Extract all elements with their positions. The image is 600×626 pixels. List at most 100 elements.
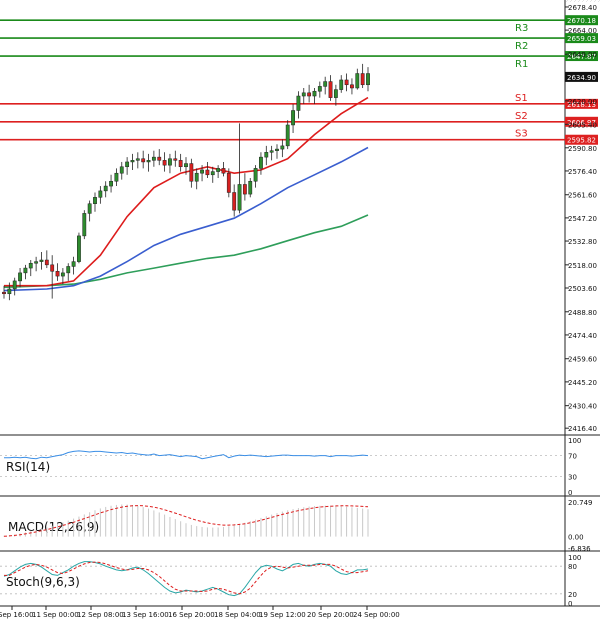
level-label-s3: S3 — [515, 129, 528, 140]
time-tick-label: 24 Sep 00:00 — [353, 611, 400, 619]
time-tick-label: 19 Sep 12:00 — [259, 611, 306, 619]
macd-label: MACD(12,26,9) — [8, 520, 99, 534]
price-tick-label: 2678.40 — [568, 4, 597, 12]
rsi-label: RSI(14) — [6, 460, 50, 474]
candle-up — [18, 272, 22, 282]
candle-down — [350, 84, 354, 89]
candle-up — [333, 89, 338, 98]
candle-down — [189, 163, 194, 182]
price-tick-label: 2620.00 — [568, 98, 597, 106]
candle-up — [135, 158, 140, 161]
candle-up — [291, 110, 295, 126]
chart-stage: 2670.18 R3 2659.03 R2 2647.87 R1 2618.13 S1 2606… — [0, 0, 600, 622]
candle-up — [82, 213, 87, 237]
candle-up — [280, 145, 285, 150]
candle-up — [237, 184, 242, 211]
stoch-tick-label: 0 — [568, 600, 572, 608]
candle-up — [39, 259, 44, 262]
candle-up — [355, 73, 360, 89]
candle-up — [253, 168, 258, 182]
candle-down — [360, 73, 365, 86]
candle-up — [275, 148, 279, 151]
candle-up — [285, 124, 290, 147]
candle-down — [44, 259, 49, 266]
time-tick-label: 11 Sep 00:00 — [32, 611, 79, 619]
level-label-s1: S1 — [515, 93, 528, 104]
candle-up — [296, 95, 301, 111]
candle-up — [269, 150, 274, 153]
candle-down — [50, 264, 55, 272]
price-tick-label: 2474.40 — [568, 332, 597, 340]
level-label-r3: R3 — [515, 23, 528, 34]
candle-down — [226, 172, 231, 193]
candle-up — [77, 235, 81, 262]
rsi-tick-label: 30 — [568, 473, 577, 481]
level-value-r3: 2670.18 — [567, 17, 596, 25]
rsi-tick-label: 0 — [568, 489, 572, 497]
candle-up — [12, 280, 17, 290]
candle-down — [205, 169, 210, 176]
candle-up — [168, 158, 172, 166]
candle-up — [119, 166, 124, 174]
level-label-r2: R2 — [515, 41, 528, 52]
macd-tick-label: 20.749 — [568, 499, 593, 507]
price-tick-label: 2430.40 — [568, 403, 597, 411]
candle-down — [307, 92, 312, 97]
candle-up — [93, 197, 97, 204]
candle-up — [216, 168, 221, 172]
price-tick-label: 2561.60 — [568, 192, 597, 200]
time-tick-label: 18 Sep 04:00 — [214, 611, 261, 619]
stoch-tick-label: 100 — [568, 554, 581, 562]
candle-up — [125, 161, 130, 168]
candle-up — [7, 288, 12, 295]
candle-down — [344, 79, 349, 86]
candle-up — [184, 163, 188, 168]
candle-up — [34, 261, 39, 264]
candle-up — [264, 152, 269, 158]
candle-down — [173, 158, 178, 161]
candle-up — [146, 160, 151, 163]
price-tick-label: 2445.20 — [568, 379, 597, 387]
candle-down — [328, 81, 333, 98]
price-tick-label: 2503.60 — [568, 285, 597, 293]
candle-up — [109, 180, 113, 187]
level-value-s3: 2595.82 — [567, 137, 596, 145]
candle-up — [259, 156, 263, 169]
candle-up — [60, 272, 65, 277]
candle-up — [98, 190, 103, 198]
candle-down — [232, 192, 237, 211]
candle-up — [339, 79, 344, 90]
price-tick-label: 2576.40 — [568, 168, 597, 176]
price-tick-label: 2518.00 — [568, 262, 597, 270]
candle-up — [312, 90, 317, 97]
candle-down — [178, 160, 183, 168]
stoch-tick-label: 20 — [568, 591, 577, 599]
stoch-tick-label: 80 — [568, 563, 577, 571]
candle-up — [194, 172, 199, 182]
axis-hatch-top — [565, 0, 600, 2]
candle-up — [23, 267, 28, 274]
price-tick-label: 2664.00 — [568, 27, 597, 35]
candle-up — [87, 203, 92, 214]
price-tick-label: 2459.60 — [568, 356, 597, 364]
rsi-tick-label: 100 — [568, 437, 581, 445]
time-tick-label: 13 Sep 16:00 — [122, 611, 169, 619]
candle-down — [141, 158, 146, 163]
price-tick-label: 2488.80 — [568, 309, 597, 317]
candle-up — [301, 92, 306, 97]
level-label-r1: R1 — [515, 59, 528, 70]
candle-up — [114, 172, 119, 182]
price-tick-label: 2532.80 — [568, 238, 597, 246]
time-tick-label: Sep 16:00 — [0, 611, 34, 619]
price-tick-label: 2649.00 — [568, 51, 597, 59]
candle-down — [242, 184, 247, 195]
macd-tick-label: 0.00 — [568, 534, 584, 542]
candle-down — [162, 160, 167, 166]
level-label-s2: S2 — [515, 111, 528, 122]
candle-up — [210, 171, 215, 176]
candle-down — [221, 168, 226, 174]
rsi-tick-label: 70 — [568, 453, 577, 461]
candle-up — [317, 86, 322, 92]
level-value-r2: 2659.03 — [567, 35, 596, 43]
candle-up — [366, 73, 370, 86]
